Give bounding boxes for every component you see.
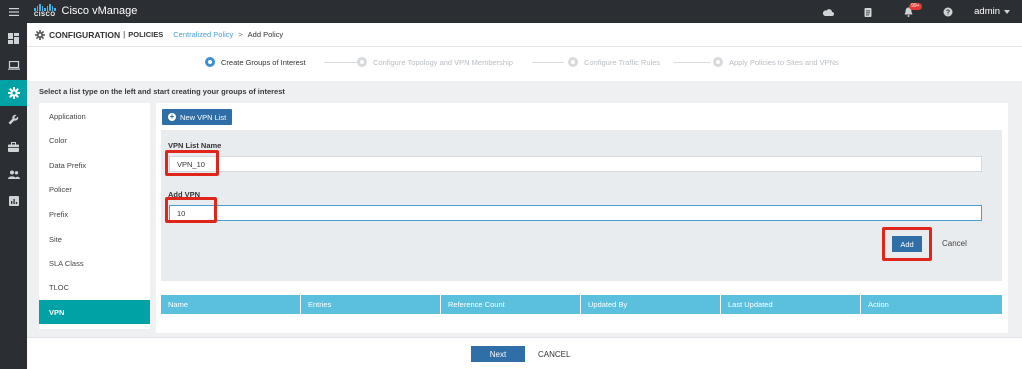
column-header-reference-count[interactable]: Reference Count xyxy=(441,295,581,314)
list-type-tloc[interactable]: TLOC xyxy=(39,275,150,299)
dashboard-icon[interactable] xyxy=(0,25,27,51)
step-create-groups[interactable]: Create Groups of Interest xyxy=(205,57,306,67)
cancel-wizard-button[interactable]: CANCEL xyxy=(538,350,570,359)
help-icon[interactable]: ? xyxy=(928,0,968,23)
step-configure-topology[interactable]: Configure Topology and VPN Membership xyxy=(357,57,513,67)
instructions-text: Select a list type on the left and start… xyxy=(39,87,285,96)
step-apply-policies[interactable]: Apply Policies to Sites and VPNs xyxy=(713,57,839,67)
wizard-stepper: Create Groups of Interest Configure Topo… xyxy=(27,47,1022,81)
list-type-color[interactable]: Color xyxy=(39,128,150,152)
plus-circle-icon: + xyxy=(168,112,176,121)
tools-wrench-icon[interactable] xyxy=(0,106,27,132)
column-header-updated-by[interactable]: Updated By xyxy=(581,295,721,314)
configuration-gear-icon xyxy=(35,29,45,40)
username: admin xyxy=(974,6,1000,17)
notifications-bell-icon[interactable]: 99+ xyxy=(888,0,928,23)
column-header-name[interactable]: Name xyxy=(161,295,301,314)
column-header-action[interactable]: Action xyxy=(861,295,1001,314)
tasks-clipboard-icon[interactable] xyxy=(848,0,888,23)
list-type-vpn[interactable]: VPN xyxy=(39,300,150,324)
page-header: CONFIGURATION | POLICIES Centralized Pol… xyxy=(27,23,1022,47)
breadcrumb-separator: > xyxy=(238,30,243,39)
column-header-last-updated[interactable]: Last Updated xyxy=(721,295,861,314)
vpn-lists-table-header: Name Entries Reference Count Updated By … xyxy=(161,295,1002,314)
add-vpn-input[interactable]: 10 xyxy=(169,205,982,221)
chevron-down-icon xyxy=(1004,9,1010,14)
cancel-button[interactable]: Cancel xyxy=(942,239,967,248)
monitor-icon[interactable] xyxy=(0,52,27,78)
list-type-prefix[interactable]: Prefix xyxy=(39,202,150,226)
vpn-list-panel: + New VPN List VPN List Name VPN_10 Add … xyxy=(156,103,1008,333)
step-connector xyxy=(532,62,564,63)
wizard-footer: Next CANCEL xyxy=(27,337,1022,369)
header-separator: | xyxy=(123,30,126,39)
brand: CISCO Cisco vManage xyxy=(34,4,137,18)
step-configure-traffic-rules[interactable]: Configure Traffic Rules xyxy=(568,57,660,67)
main-content: Select a list type on the left and start… xyxy=(27,81,1022,337)
notifications-badge: 99+ xyxy=(909,3,922,10)
user-menu[interactable]: admin xyxy=(968,6,1022,17)
list-type-application[interactable]: Application xyxy=(39,104,150,128)
next-button[interactable]: Next xyxy=(471,346,525,362)
analytics-chart-icon[interactable] xyxy=(0,188,27,214)
add-vpn-label: Add VPN xyxy=(168,190,201,199)
svg-text:?: ? xyxy=(946,9,950,16)
configuration-gear-icon[interactable] xyxy=(0,80,27,106)
top-bar: CISCO Cisco vManage 99+ ? admin xyxy=(0,0,1022,23)
new-vpn-list-button[interactable]: + New VPN List xyxy=(162,109,233,125)
list-type-sidebar: Application Color Data Prefix Policer Pr… xyxy=(39,103,150,329)
column-header-entries[interactable]: Entries xyxy=(301,295,441,314)
vpn-list-name-input[interactable]: VPN_10 xyxy=(169,156,982,172)
breadcrumb-centralized-policy[interactable]: Centralized Policy xyxy=(173,30,233,39)
app-title: Cisco vManage xyxy=(61,5,138,17)
list-type-policer[interactable]: Policer xyxy=(39,177,150,201)
cisco-logo: CISCO xyxy=(34,4,56,18)
list-type-sla-class[interactable]: SLA Class xyxy=(39,251,150,275)
step-indicator xyxy=(357,57,367,67)
list-type-site[interactable]: Site xyxy=(39,227,150,251)
step-indicator xyxy=(568,57,578,67)
administration-users-icon[interactable] xyxy=(0,161,27,187)
step-connector xyxy=(674,62,710,63)
list-type-data-prefix[interactable]: Data Prefix xyxy=(39,153,150,177)
left-nav-rail xyxy=(0,23,27,369)
cloud-icon[interactable] xyxy=(808,0,848,23)
page-section-title: CONFIGURATION xyxy=(49,29,121,40)
breadcrumb-current: Add Policy xyxy=(247,30,284,39)
vpn-list-name-label: VPN List Name xyxy=(168,141,222,150)
add-button[interactable]: Add xyxy=(892,236,922,252)
vpn-list-form: VPN List Name VPN_10 Add VPN 10 Add Canc… xyxy=(161,130,1002,281)
page-subsection: POLICIES xyxy=(128,30,164,39)
maintenance-toolbox-icon[interactable] xyxy=(0,134,27,160)
step-indicator-active xyxy=(205,57,215,67)
step-indicator xyxy=(713,57,723,67)
hamburger-menu-icon[interactable] xyxy=(0,0,27,23)
